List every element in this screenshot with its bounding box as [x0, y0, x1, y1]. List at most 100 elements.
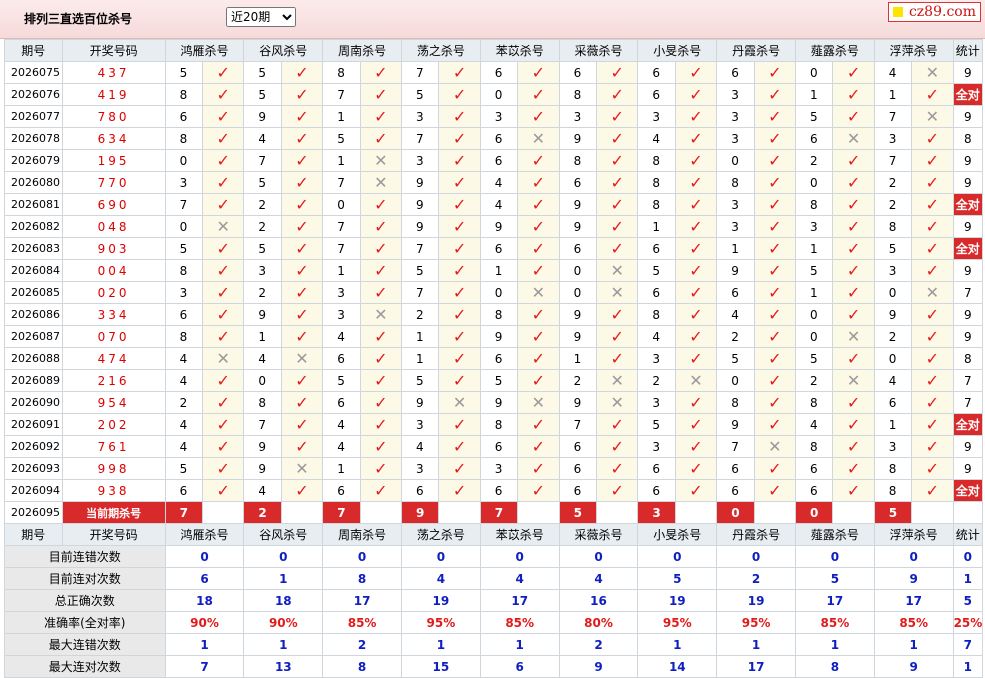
kill-value-cell: 4 [794, 413, 834, 436]
draw-number-cell: 437 [61, 61, 166, 84]
check-icon: ✓ [517, 259, 560, 282]
kill-value-cell: 4 [873, 369, 913, 392]
cross-icon: ✕ [280, 457, 324, 480]
stats-value: 4 [558, 567, 639, 590]
check-icon: ✓ [280, 325, 324, 348]
kill-value-cell: 9 [479, 325, 519, 348]
check-icon: ✓ [595, 83, 639, 106]
check-icon: ✓ [280, 215, 324, 238]
current-kill-blank [595, 501, 639, 524]
kill-value-cell: 4 [164, 369, 203, 392]
check-icon: ✓ [911, 457, 954, 480]
check-icon: ✓ [201, 325, 245, 348]
stats-value: 1 [401, 633, 481, 656]
all-correct-badge: 全对 [952, 237, 984, 260]
stats-value: 85% [794, 611, 875, 634]
kill-value-cell: 6 [479, 347, 519, 370]
kill-value-cell: 4 [637, 325, 676, 348]
draw-number-cell: 020 [61, 281, 166, 304]
check-icon: ✓ [280, 391, 324, 414]
check-icon: ✓ [832, 105, 875, 128]
check-icon: ✓ [517, 435, 560, 458]
current-kill-blank [674, 501, 718, 524]
check-icon: ✓ [753, 61, 796, 84]
draw-number-cell: 998 [61, 457, 166, 480]
kill-value-cell: 4 [322, 413, 361, 436]
check-icon: ✓ [832, 237, 875, 260]
stats-value: 5 [794, 567, 875, 590]
stats-value: 14 [637, 655, 718, 678]
kill-value-cell: 1 [479, 259, 519, 282]
check-icon: ✓ [438, 413, 481, 436]
stats-value: 90% [164, 611, 245, 634]
check-icon: ✓ [517, 347, 560, 370]
kill-value-cell: 3 [164, 171, 203, 194]
stats-value: 95% [637, 611, 718, 634]
check-icon: ✓ [359, 105, 403, 128]
kill-value-cell: 0 [716, 369, 755, 392]
kill-value-cell: 6 [322, 479, 361, 502]
check-icon: ✓ [911, 171, 954, 194]
kill-value-cell: 5 [637, 259, 676, 282]
kill-value-cell: 6 [716, 281, 755, 304]
period-cell: 2026094 [4, 479, 63, 502]
kill-value-cell: 3 [479, 457, 519, 480]
stats-total: 0 [952, 545, 984, 568]
stats-value: 0 [637, 545, 718, 568]
period-range-select[interactable]: 近20期 [226, 7, 296, 27]
stats-value: 0 [716, 545, 796, 568]
all-correct-badge: 全对 [952, 193, 984, 216]
draw-number-cell: 334 [61, 303, 166, 326]
kill-value-cell: 1 [322, 105, 361, 128]
col-header-expert: 小旻杀号 [637, 39, 718, 62]
current-kill-value: 5 [558, 501, 597, 524]
check-icon: ✓ [359, 413, 403, 436]
draw-number-cell: 690 [61, 193, 166, 216]
kill-value-cell: 6 [479, 435, 519, 458]
check-icon: ✓ [911, 303, 954, 326]
check-icon: ✓ [595, 105, 639, 128]
kill-value-cell: 5 [400, 259, 440, 282]
table-row: 2026089 216 4 ✓ 0 ✓ 5 ✓ 5 ✓ 5 ✓ 2 ✕ 2 ✕ 0 ✓ 2 ✕ 4 ✓ 7 [4, 369, 984, 392]
kill-value-cell: 2 [400, 303, 440, 326]
kill-value-cell: 0 [558, 259, 597, 282]
table-row: 2026083 903 5 ✓ 5 ✓ 7 ✓ 7 ✓ 6 ✓ 6 ✓ 6 ✓ 1 ✓ 1 ✓ 5 ✓ 全对 [4, 237, 984, 260]
kill-value-cell: 5 [716, 347, 755, 370]
kill-value-cell: 6 [164, 479, 203, 502]
stats-value: 16 [558, 589, 639, 612]
stats-value: 1 [243, 633, 324, 656]
kill-value-cell: 4 [479, 171, 519, 194]
period-cell: 2026083 [4, 237, 63, 260]
kill-value-cell: 0 [794, 61, 834, 84]
kill-value-cell: 1 [558, 347, 597, 370]
kill-value-cell: 6 [716, 61, 755, 84]
current-kill-blank [753, 501, 796, 524]
kill-number-table: 期号 开奖号码 鸿雁杀号 谷风杀号 周南杀号 荡之杀号 苯苡杀号 采薇杀号 小旻杀号 丹霞杀号 薤露… [4, 39, 984, 678]
check-icon: ✓ [674, 325, 718, 348]
check-icon: ✓ [280, 413, 324, 436]
kill-value-cell: 8 [164, 83, 203, 106]
cross-icon: ✕ [595, 259, 639, 282]
kill-value-cell: 3 [322, 281, 361, 304]
check-icon: ✓ [832, 391, 875, 414]
check-icon: ✓ [753, 237, 796, 260]
check-icon: ✓ [911, 391, 954, 414]
stats-value: 9 [873, 567, 954, 590]
kill-value-cell: 8 [794, 435, 834, 458]
kill-value-cell: 8 [164, 325, 203, 348]
check-icon: ✓ [517, 171, 560, 194]
check-icon: ✓ [674, 171, 718, 194]
check-icon: ✓ [674, 149, 718, 172]
check-icon: ✓ [359, 193, 403, 216]
count-cell: 9 [952, 61, 984, 84]
kill-value-cell: 8 [716, 391, 755, 414]
check-icon: ✓ [595, 171, 639, 194]
check-icon: ✓ [753, 457, 796, 480]
kill-value-cell: 1 [794, 237, 834, 260]
stats-value: 85% [479, 611, 560, 634]
stats-value: 17 [716, 655, 796, 678]
current-kill-value: 9 [400, 501, 440, 524]
site-logo[interactable]: cz89.com [887, 2, 981, 22]
draw-number-cell: 070 [61, 325, 166, 348]
period-cell: 2026093 [4, 457, 63, 480]
